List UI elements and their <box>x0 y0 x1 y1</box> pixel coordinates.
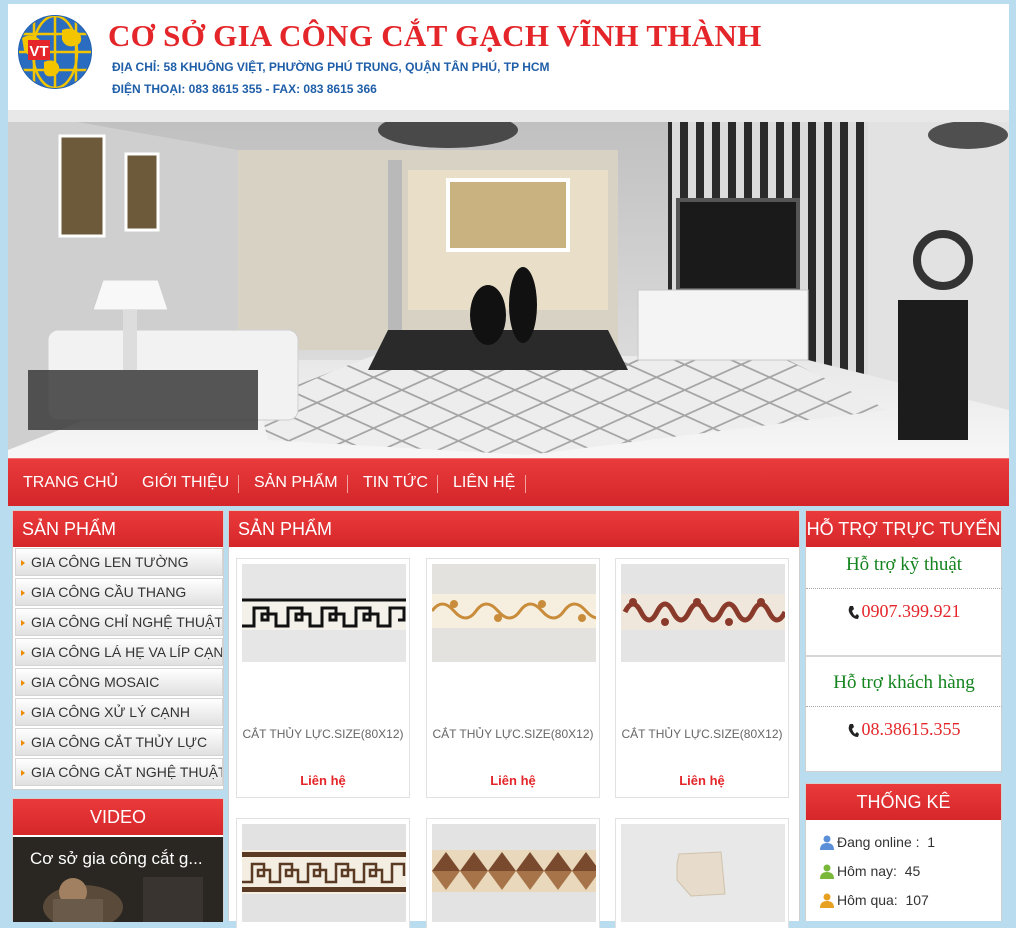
support-panel-title: HỖ TRỢ TRỰC TUYẾN <box>806 511 1001 547</box>
product-panel: SẢN PHẨM CẮT THỦY LỰC.SIZE(80X12) Liên h… <box>228 510 800 928</box>
product-image[interactable] <box>242 824 406 922</box>
stat-online: Đang online : 1 <box>820 834 935 853</box>
bullet-icon <box>21 740 25 746</box>
nav-separator <box>347 475 348 493</box>
category-panel: SẢN PHẨM GIA CÔNG LEN TƯỜNG GIA CÔNG CẦU… <box>12 510 224 790</box>
customer-support-title: Hỗ trợ khách hàng <box>833 672 975 693</box>
stats-panel-title: THỐNG KÊ <box>806 784 1001 820</box>
category-item[interactable]: GIA CÔNG XỬ LÝ CẠNH <box>15 698 223 726</box>
category-item[interactable]: GIA CÔNG MOSAIC <box>15 668 223 696</box>
stat-today: Hôm nay: 45 <box>820 863 920 882</box>
product-card[interactable] <box>426 818 600 928</box>
nav-products[interactable]: SẢN PHẨM <box>254 459 338 507</box>
user-icon <box>820 864 834 882</box>
product-image[interactable] <box>242 564 406 662</box>
nav-separator <box>525 475 526 493</box>
product-image[interactable] <box>621 564 785 662</box>
divider <box>806 588 1002 589</box>
category-item[interactable]: GIA CÔNG CẮT THỦY LỰC <box>15 728 223 756</box>
svg-text:VT: VT <box>29 43 48 60</box>
user-icon <box>820 835 834 853</box>
product-card[interactable] <box>615 818 789 928</box>
stat-yesterday: Hôm qua: 107 <box>820 892 929 911</box>
product-card[interactable]: CẮT THỦY LỰC.SIZE(80X12) Liên hệ <box>426 558 600 798</box>
contact-link[interactable]: Liên hệ <box>616 773 788 788</box>
product-card[interactable]: CẮT THỦY LỰC.SIZE(80X12) Liên hệ <box>236 558 410 798</box>
nav-separator <box>238 475 239 493</box>
divider <box>806 706 1002 707</box>
bullet-icon <box>21 560 25 566</box>
company-logo-icon[interactable]: VT <box>14 14 96 90</box>
bullet-icon <box>21 770 25 776</box>
product-image[interactable] <box>432 824 596 922</box>
phone-icon <box>848 604 859 625</box>
category-item[interactable]: GIA CÔNG LÁ HẸ VA LÍP CẠNH <box>15 638 223 666</box>
product-image[interactable] <box>432 564 596 662</box>
product-card[interactable]: CẮT THỦY LỰC.SIZE(80X12) Liên hệ <box>615 558 789 798</box>
customer-support-phone[interactable]: 08.38615.355 <box>806 719 1002 743</box>
contact-link[interactable]: Liên hệ <box>237 773 409 788</box>
divider <box>806 655 1002 657</box>
product-image[interactable] <box>621 824 785 922</box>
bullet-icon <box>21 680 25 686</box>
nav-news[interactable]: TIN TỨC <box>363 459 428 507</box>
nav-separator <box>437 475 438 493</box>
support-panel: HỖ TRỢ TRỰC TUYẾN Hỗ trợ kỹ thuật 0907.3… <box>805 510 1002 772</box>
nav-home[interactable]: TRANG CHỦ <box>23 459 118 507</box>
bullet-icon <box>21 710 25 716</box>
video-panel-title: VIDEO <box>13 799 223 835</box>
contact-link[interactable]: Liên hệ <box>427 773 599 788</box>
category-panel-title: SẢN PHẨM <box>13 511 223 547</box>
category-item[interactable]: GIA CÔNG CẮT NGHỆ THUẬT <box>15 758 223 786</box>
nav-contact[interactable]: LIÊN HỆ <box>453 459 515 507</box>
site-header: VT CƠ SỞ GIA CÔNG CẮT GẠCH VĨNH THÀNH ĐỊ… <box>8 4 1009 110</box>
bullet-icon <box>21 590 25 596</box>
product-name[interactable]: CẮT THỦY LỰC.SIZE(80X12) <box>237 727 409 741</box>
video-caption: Cơ sở gia công cắt g... <box>30 849 203 868</box>
bullet-icon <box>21 650 25 656</box>
tech-support-title: Hỗ trợ kỹ thuật <box>845 554 963 575</box>
page: VT CƠ SỞ GIA CÔNG CẮT GẠCH VĨNH THÀNH ĐỊ… <box>8 4 1009 928</box>
product-panel-title: SẢN PHẨM <box>229 511 799 547</box>
tech-support-phone[interactable]: 0907.399.921 <box>806 601 1002 625</box>
category-item[interactable]: GIA CÔNG CHỈ NGHỆ THUẬT <box>15 608 223 636</box>
nav-about[interactable]: GIỚI THIỆU <box>142 459 229 507</box>
hero-banner-image <box>8 110 1009 458</box>
phone-fax-text: ĐIỆN THOẠI: 083 8615 355 - FAX: 083 8615… <box>112 82 377 96</box>
main-nav: TRANG CHỦ GIỚI THIỆU SẢN PHẨM TIN TỨC LI… <box>8 458 1009 506</box>
stats-panel: THỐNG KÊ Đang online : 1 Hôm nay: 45 Hôm… <box>805 783 1002 921</box>
video-panel: VIDEO Cơ sở gia công cắt g... <box>12 798 224 922</box>
category-item[interactable]: GIA CÔNG LEN TƯỜNG <box>15 548 223 576</box>
product-name[interactable]: CẮT THỦY LỰC.SIZE(80X12) <box>427 727 599 741</box>
address-text: ĐỊA CHỈ: 58 KHUÔNG VIỆT, PHƯỜNG PHÚ TRUN… <box>112 60 550 74</box>
product-name[interactable]: CẮT THỦY LỰC.SIZE(80X12) <box>616 727 788 741</box>
user-icon <box>820 893 834 911</box>
product-card[interactable] <box>236 818 410 928</box>
category-item[interactable]: GIA CÔNG CẦU THANG <box>15 578 223 606</box>
site-title: CƠ SỞ GIA CÔNG CẮT GẠCH VĨNH THÀNH <box>108 18 762 53</box>
bullet-icon <box>21 620 25 626</box>
video-player[interactable]: Cơ sở gia công cắt g... <box>13 837 223 922</box>
phone-icon <box>848 722 859 743</box>
